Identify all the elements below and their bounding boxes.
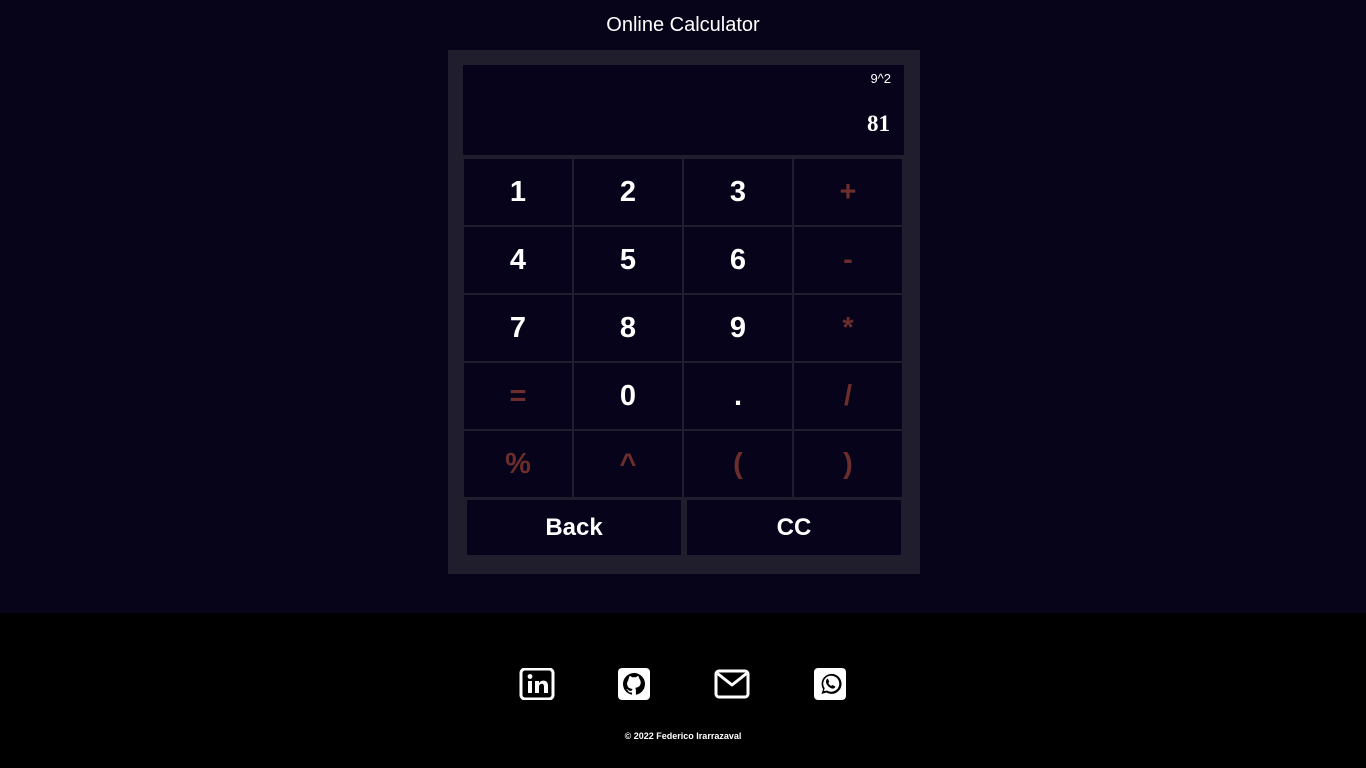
- key-9[interactable]: 9: [684, 295, 792, 361]
- keypad: 1 2 3 + 4 5 6 - 7 8 9 * = 0 . / % ^ ( ): [463, 159, 905, 497]
- social-links: [0, 668, 1366, 700]
- key-8[interactable]: 8: [574, 295, 682, 361]
- key-close-paren[interactable]: ): [794, 431, 902, 497]
- page-title: Online Calculator: [606, 14, 760, 36]
- key-minus[interactable]: -: [794, 227, 902, 293]
- linkedin-link[interactable]: [519, 668, 555, 700]
- linkedin-icon: [519, 668, 555, 700]
- key-equals[interactable]: =: [464, 363, 572, 429]
- bottom-row: Back CC: [467, 500, 901, 555]
- key-4[interactable]: 4: [464, 227, 572, 293]
- key-open-paren[interactable]: (: [684, 431, 792, 497]
- key-divide[interactable]: /: [794, 363, 902, 429]
- github-icon: [618, 668, 650, 700]
- clear-button[interactable]: CC: [687, 500, 901, 555]
- email-icon: [714, 669, 750, 699]
- key-1[interactable]: 1: [464, 159, 572, 225]
- key-6[interactable]: 6: [684, 227, 792, 293]
- calculator-display: 9^2 81: [463, 65, 904, 155]
- github-link[interactable]: [616, 668, 652, 700]
- display-expression: 9^2: [870, 71, 891, 86]
- whatsapp-icon: [814, 668, 846, 700]
- back-button[interactable]: Back: [467, 500, 681, 555]
- footer: © 2022 Federico Irarrazaval: [0, 613, 1366, 768]
- calculator: 9^2 81 1 2 3 + 4 5 6 - 7 8 9 * = 0 . / %…: [448, 50, 920, 574]
- display-result: 81: [867, 111, 890, 136]
- key-0[interactable]: 0: [574, 363, 682, 429]
- key-7[interactable]: 7: [464, 295, 572, 361]
- key-power[interactable]: ^: [574, 431, 682, 497]
- key-5[interactable]: 5: [574, 227, 682, 293]
- key-plus[interactable]: +: [794, 159, 902, 225]
- key-decimal[interactable]: .: [684, 363, 792, 429]
- key-percent[interactable]: %: [464, 431, 572, 497]
- whatsapp-link[interactable]: [812, 668, 848, 700]
- key-multiply[interactable]: *: [794, 295, 902, 361]
- copyright: © 2022 Federico Irarrazaval: [624, 731, 742, 741]
- key-2[interactable]: 2: [574, 159, 682, 225]
- key-3[interactable]: 3: [684, 159, 792, 225]
- email-link[interactable]: [714, 668, 750, 700]
